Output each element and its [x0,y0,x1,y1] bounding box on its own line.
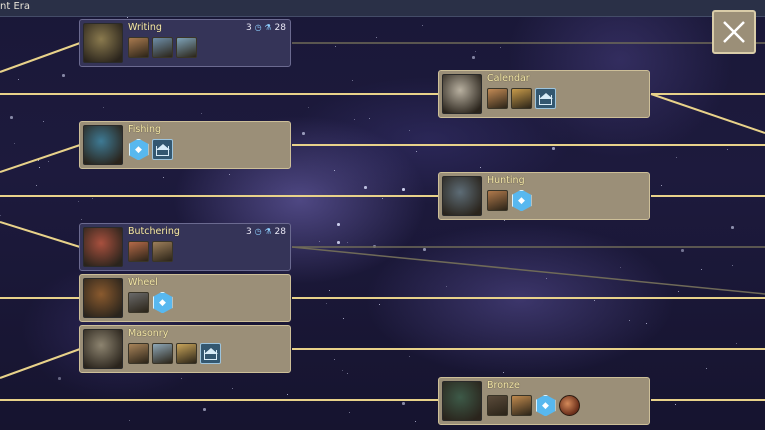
cost-turns: 3 [246,227,252,237]
hex-glyph: ◆ [128,139,149,160]
hex-glyph: ◆ [535,395,556,416]
tech-name: Masonry [128,328,169,339]
tech-cost: 3 ◷ ⚗ 28 [246,227,286,237]
tech-unlocks: ◆ [487,395,580,417]
unlock-thumbnail[interactable] [128,343,149,364]
tech-card-hunting[interactable]: Hunting ◆ [438,172,650,220]
tech-portrait [83,329,123,369]
tech-unlocks [128,241,173,263]
unlock-thumbnail[interactable] [152,241,173,262]
cost-science: 28 [274,227,286,237]
tech-unlocks [128,37,197,59]
tech-name: Butchering [128,226,180,237]
resource-round-icon[interactable] [559,395,580,416]
tech-portrait [83,278,123,318]
link-line [0,348,81,379]
link-line [650,93,765,134]
link-line [0,42,81,73]
tech-unlocks: ◆ [128,139,173,161]
tech-name: Writing [128,22,162,33]
unlock-thumbnail[interactable] [128,292,149,313]
tech-card-butchering[interactable]: Butchering 3 ◷ ⚗ 28 [79,223,291,271]
cost-science: 28 [274,23,286,33]
tech-portrait [442,381,482,421]
resource-hex-icon[interactable]: ◆ [535,395,556,416]
link-line [0,144,81,173]
close-icon [723,21,745,43]
turns-icon: ◷ [254,227,262,236]
tech-unlocks: ◆ [128,292,173,314]
era-label: nt Era [0,1,30,12]
tech-card-fishing[interactable]: Fishing ◆ [79,121,291,169]
tech-card-calendar[interactable]: Calendar [438,70,650,118]
link-line [0,221,81,248]
cost-turns: 3 [246,23,252,33]
improvement-building-icon[interactable] [535,88,556,109]
hex-glyph: ◆ [511,190,532,211]
tech-portrait [83,227,123,267]
tech-portrait [442,176,482,216]
resource-hex-icon[interactable]: ◆ [152,292,173,313]
tech-tree-screen: nt Era Writing 3 ◷ ⚗ 28 Calendar Fishing… [0,0,765,430]
tech-cost: 3 ◷ ⚗ 28 [246,23,286,33]
tech-unlocks: ◆ [487,190,532,212]
science-icon: ⚗ [264,227,272,236]
unlock-thumbnail[interactable] [128,241,149,262]
hex-glyph: ◆ [152,292,173,313]
top-bar: nt Era [0,0,765,17]
improvement-building-icon[interactable] [200,343,221,364]
tech-card-bronze[interactable]: Bronze ◆ [438,377,650,425]
tech-unlocks [487,88,556,110]
tech-card-masonry[interactable]: Masonry [79,325,291,373]
tech-portrait [83,23,123,63]
tech-portrait [83,125,123,165]
turns-icon: ◷ [254,23,262,32]
tech-card-writing[interactable]: Writing 3 ◷ ⚗ 28 [79,19,291,67]
unlock-thumbnail[interactable] [176,343,197,364]
resource-hex-icon[interactable]: ◆ [128,139,149,160]
close-button[interactable] [712,10,756,54]
tech-unlocks [128,343,221,365]
unlock-thumbnail[interactable] [487,88,508,109]
unlock-thumbnail[interactable] [487,395,508,416]
unlock-thumbnail[interactable] [487,190,508,211]
improvement-building-icon[interactable] [152,139,173,160]
tech-portrait [442,74,482,114]
tech-name: Calendar [487,73,530,84]
unlock-thumbnail[interactable] [152,37,173,58]
science-icon: ⚗ [264,23,272,32]
unlock-thumbnail[interactable] [152,343,173,364]
tech-name: Bronze [487,380,520,391]
unlock-thumbnail[interactable] [511,88,532,109]
unlock-thumbnail[interactable] [176,37,197,58]
tech-name: Fishing [128,124,162,135]
unlock-thumbnail[interactable] [511,395,532,416]
resource-hex-icon[interactable]: ◆ [511,190,532,211]
tech-name: Hunting [487,175,525,186]
tech-card-wheel[interactable]: Wheel ◆ [79,274,291,322]
unlock-thumbnail[interactable] [128,37,149,58]
link-line [291,246,765,295]
tech-name: Wheel [128,277,158,288]
